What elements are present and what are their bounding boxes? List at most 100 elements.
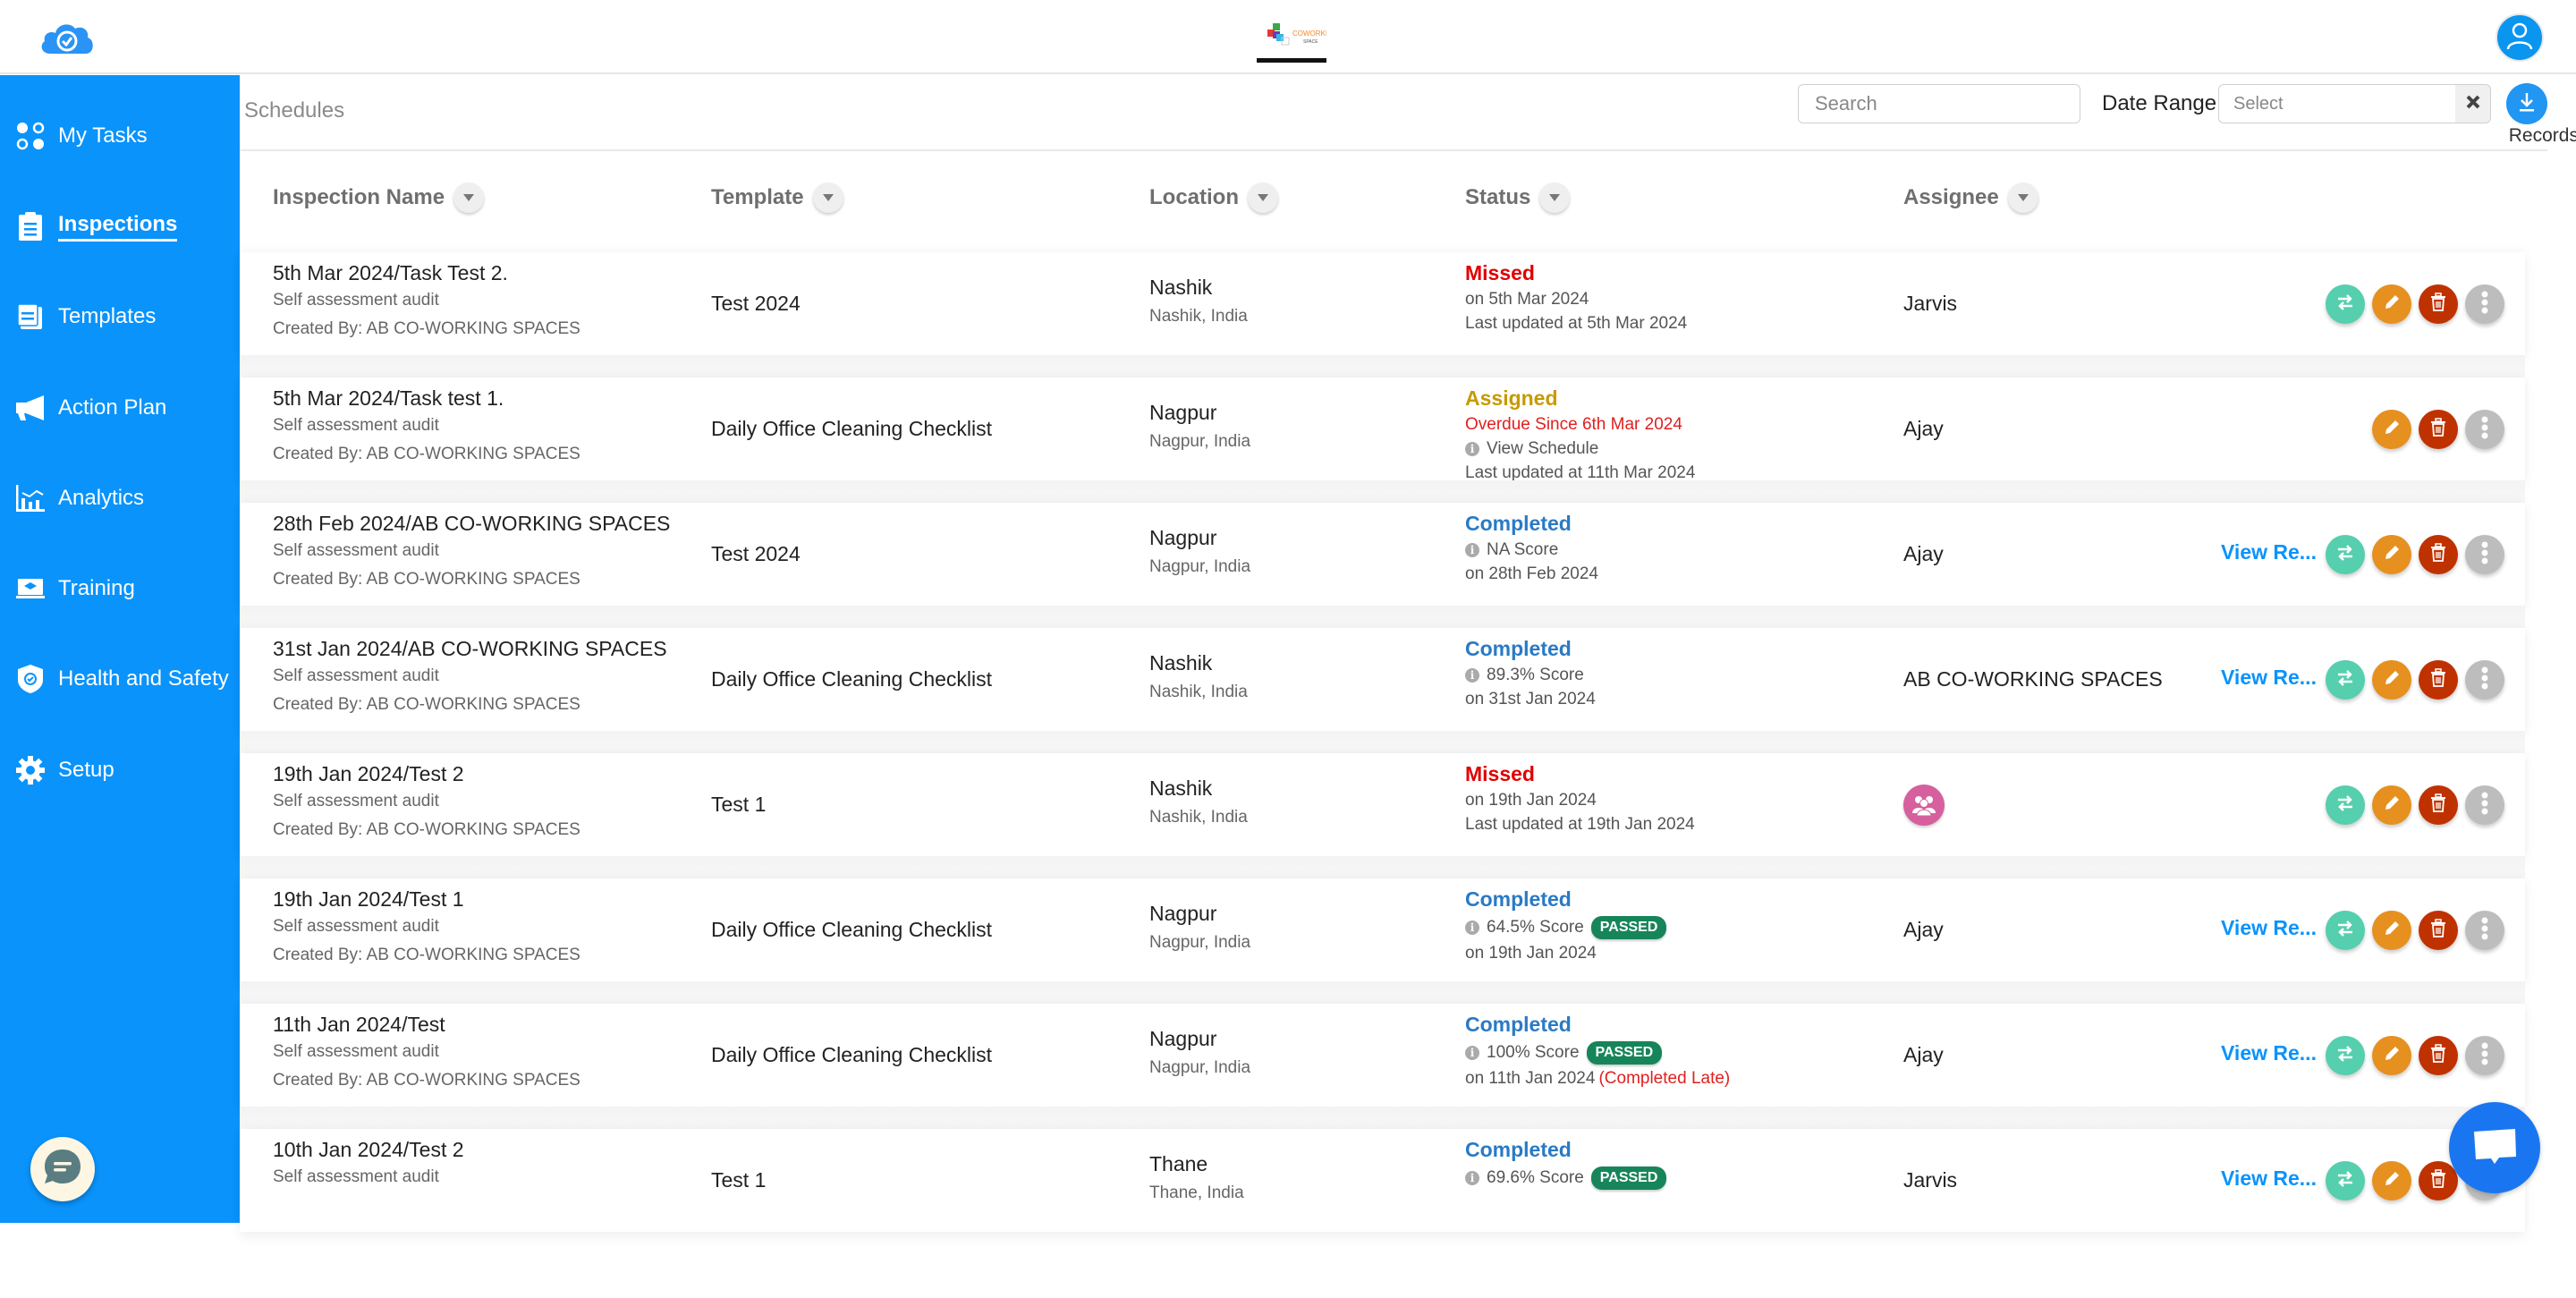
- cloud-check-logo-icon[interactable]: [38, 20, 97, 55]
- gear-icon: [14, 754, 47, 786]
- sidebar-item-setup[interactable]: Setup: [0, 743, 240, 797]
- sidebar-item-templates[interactable]: Templates: [0, 290, 240, 344]
- edit-button[interactable]: [2372, 911, 2411, 950]
- edit-button[interactable]: [2372, 1036, 2411, 1075]
- delete-button[interactable]: [2419, 535, 2458, 574]
- support-chat-button[interactable]: [30, 1137, 95, 1201]
- more-options-button[interactable]: [2465, 284, 2504, 324]
- table-row[interactable]: 19th Jan 2024/Test 1 Self assessment audi…: [240, 878, 2525, 981]
- view-report-link[interactable]: View Re...: [2221, 1041, 2317, 1065]
- reassign-button[interactable]: [2326, 785, 2365, 825]
- column-header-inspection-name: Inspection Name: [273, 182, 485, 213]
- view-report-link[interactable]: View Re...: [2221, 540, 2317, 564]
- edit-button[interactable]: [2372, 660, 2411, 700]
- table-row[interactable]: 11th Jan 2024/Test Self assessment audit C…: [240, 1004, 2525, 1107]
- edit-button[interactable]: [2372, 785, 2411, 825]
- megaphone-icon: [14, 392, 47, 424]
- inspection-name[interactable]: 5th Mar 2024/Task Test 2.: [273, 261, 580, 285]
- delete-button[interactable]: [2419, 660, 2458, 700]
- score-line: i 89.3% Score: [1465, 666, 1596, 685]
- reassign-button[interactable]: [2326, 535, 2365, 574]
- view-report-link[interactable]: View Re...: [2221, 916, 2317, 940]
- delete-button[interactable]: [2419, 785, 2458, 825]
- location-full: Nagpur, India: [1149, 1058, 1251, 1077]
- reassign-button[interactable]: [2326, 1036, 2365, 1075]
- user-group-icon[interactable]: [1903, 785, 1945, 826]
- row-separator: [240, 480, 2525, 503]
- row-separator: [240, 731, 2525, 753]
- live-chat-button[interactable]: [2449, 1102, 2540, 1193]
- sidebar-item-my-tasks[interactable]: My Tasks: [0, 109, 240, 163]
- delete-button[interactable]: [2419, 1036, 2458, 1075]
- table-row[interactable]: 10th Jan 2024/Test 2 Self assessment audi…: [240, 1129, 2525, 1232]
- reassign-button[interactable]: [2326, 284, 2365, 324]
- edit-button[interactable]: [2372, 284, 2411, 324]
- inspection-name[interactable]: 11th Jan 2024/Test: [273, 1013, 580, 1037]
- table-row[interactable]: 31st Jan 2024/AB CO-WORKING SPACES Self a…: [240, 628, 2525, 731]
- more-options-button[interactable]: [2465, 1036, 2504, 1075]
- sort-dropdown-icon[interactable]: [453, 182, 485, 213]
- sidebar-item-analytics[interactable]: Analytics: [0, 471, 240, 525]
- row-separator: [240, 981, 2525, 1004]
- sort-dropdown-icon[interactable]: [1539, 182, 1571, 213]
- sort-dropdown-icon[interactable]: [1248, 182, 1278, 213]
- inspection-name[interactable]: 19th Jan 2024/Test 2: [273, 762, 580, 786]
- info-icon[interactable]: i: [1465, 920, 1479, 935]
- vertical-dots-icon: [2481, 291, 2488, 318]
- delete-button[interactable]: [2419, 410, 2458, 449]
- info-icon[interactable]: i: [1465, 543, 1479, 557]
- info-icon[interactable]: i: [1465, 668, 1479, 683]
- view-report-link[interactable]: View Re...: [2221, 666, 2317, 690]
- row-separator: [240, 606, 2525, 628]
- pencil-icon: [2382, 668, 2402, 692]
- status-label: Missed: [1465, 762, 1535, 785]
- more-options-button[interactable]: [2465, 911, 2504, 950]
- clipboard-icon: [14, 210, 47, 242]
- inspection-name[interactable]: 31st Jan 2024/AB CO-WORKING SPACES: [273, 637, 667, 661]
- more-options-button[interactable]: [2465, 410, 2504, 449]
- table-row[interactable]: 19th Jan 2024/Test 2 Self assessment audi…: [240, 753, 2525, 856]
- status-cell: Missed on 19th Jan 2024 Last updated at 19…: [1465, 762, 1695, 835]
- sort-dropdown-icon[interactable]: [812, 182, 843, 213]
- reassign-button[interactable]: [2326, 660, 2365, 700]
- profile-button[interactable]: [2496, 13, 2544, 62]
- pencil-icon: [2382, 793, 2402, 818]
- sidebar-item-inspections[interactable]: Inspections: [0, 199, 240, 253]
- delete-button[interactable]: [2419, 911, 2458, 950]
- reassign-button[interactable]: [2326, 911, 2365, 950]
- column-label: Template: [711, 185, 804, 209]
- edit-button[interactable]: [2372, 410, 2411, 449]
- assignee-name: Ajay: [1903, 1043, 1944, 1066]
- date-range-placeholder: Select: [2233, 93, 2284, 114]
- table-row[interactable]: 5th Mar 2024/Task test 1. Self assessment…: [240, 378, 2525, 482]
- inspection-name[interactable]: 5th Mar 2024/Task test 1.: [273, 386, 580, 411]
- sidebar-item-training[interactable]: Training: [0, 562, 240, 615]
- info-icon[interactable]: i: [1465, 1046, 1479, 1060]
- sidebar-item-health-and-safety[interactable]: Health and Safety: [0, 652, 240, 706]
- view-schedule-link[interactable]: i View Schedule: [1465, 439, 1695, 459]
- search-input[interactable]: [1798, 84, 2080, 123]
- view-report-link[interactable]: View Re...: [2221, 1167, 2317, 1191]
- inspection-name[interactable]: 28th Feb 2024/AB CO-WORKING SPACES: [273, 512, 670, 536]
- inspection-name[interactable]: 10th Jan 2024/Test 2: [273, 1138, 464, 1162]
- edit-button[interactable]: [2372, 1161, 2411, 1200]
- date-range-clear-button[interactable]: [2455, 84, 2491, 123]
- location-full: Nashik, India: [1149, 683, 1248, 701]
- more-options-button[interactable]: [2465, 785, 2504, 825]
- more-options-button[interactable]: [2465, 535, 2504, 574]
- reassign-button[interactable]: [2326, 1161, 2365, 1200]
- more-options-button[interactable]: [2465, 660, 2504, 700]
- date-range-select[interactable]: Select: [2218, 84, 2456, 123]
- sort-dropdown-icon[interactable]: [2007, 182, 2038, 213]
- info-icon[interactable]: i: [1465, 1171, 1479, 1185]
- column-label: Inspection Name: [273, 185, 445, 209]
- sidebar-item-action-plan[interactable]: Action Plan: [0, 381, 240, 435]
- inspection-name[interactable]: 19th Jan 2024/Test 1: [273, 887, 580, 912]
- status-detail-text: on 5th Mar 2024: [1465, 290, 1589, 309]
- table-row[interactable]: 5th Mar 2024/Task Test 2. Self assessment…: [240, 252, 2525, 355]
- download-button[interactable]: [2506, 83, 2547, 124]
- delete-button[interactable]: [2419, 284, 2458, 324]
- table-row[interactable]: 28th Feb 2024/AB CO-WORKING SPACES Self a…: [240, 503, 2525, 606]
- delete-button[interactable]: [2419, 1161, 2458, 1200]
- edit-button[interactable]: [2372, 535, 2411, 574]
